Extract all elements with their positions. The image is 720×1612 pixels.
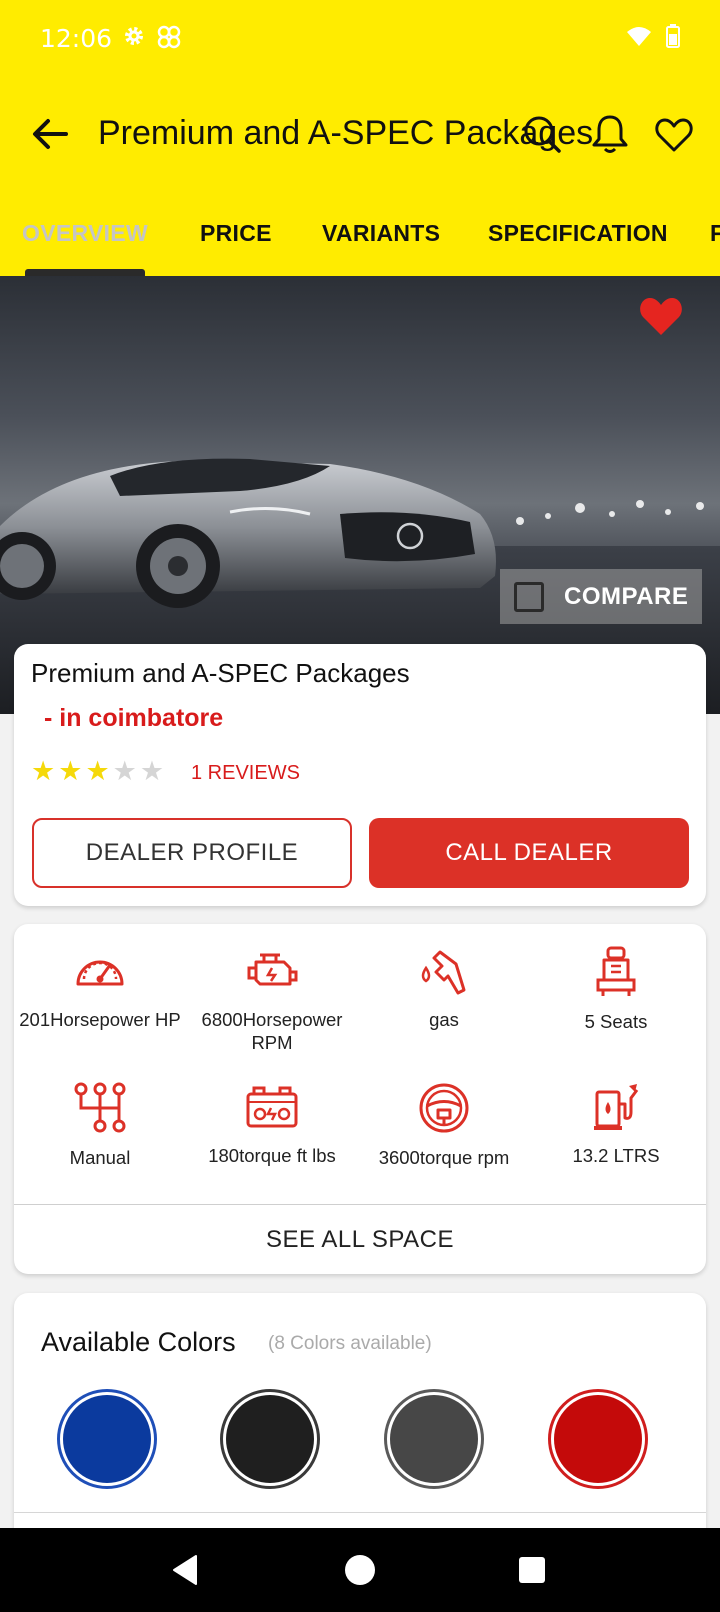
nav-recents-icon[interactable] (512, 1550, 552, 1590)
fuel-nozzle-icon (421, 950, 466, 995)
city-label: - in coimbatore (44, 704, 224, 732)
specs-card: 201Horsepower HP 6800Horsepower RPM gas … (14, 924, 706, 1274)
see-all-button[interactable]: SEE ALL SPACE (14, 1205, 706, 1274)
rating-stars: ★ ★ ★ ★ ★ (31, 758, 164, 785)
divider (14, 1512, 706, 1513)
star-empty-icon: ★ (112, 756, 137, 787)
page-title: Premium and A-SPEC Packages (98, 114, 594, 152)
star-filled-icon: ★ (58, 756, 83, 787)
dealer-profile-button[interactable]: DEALER PROFILE (32, 818, 352, 888)
tab-variants[interactable]: VARIANTS (322, 220, 440, 247)
spec-item: 180torque ft lbs (186, 1082, 358, 1167)
wifi-icon (627, 27, 651, 46)
speedometer-icon (76, 960, 124, 986)
spec-label: Manual (69, 1147, 131, 1168)
car-seat-icon (596, 946, 636, 996)
battery-icon (246, 1086, 298, 1128)
spec-item: 6800Horsepower RPM (186, 946, 358, 1054)
summary-card: Premium and A-SPEC Packages - in coimbat… (14, 644, 706, 906)
compare-checkbox[interactable] (514, 581, 544, 612)
spec-item: 3600torque rpm (358, 1082, 530, 1169)
spec-item: 201Horsepower HP (14, 946, 186, 1031)
pinwheel-icon (157, 25, 181, 49)
star-filled-icon: ★ (85, 756, 110, 787)
spec-item: 5 Seats (530, 946, 702, 1033)
colors-count: (8 Colors available) (268, 1333, 432, 1354)
bell-icon[interactable] (588, 112, 632, 156)
tab-indicator (25, 269, 145, 276)
status-system-icons (626, 24, 680, 48)
tab-features[interactable]: F (710, 220, 720, 247)
favorite-filled-icon[interactable] (638, 295, 684, 337)
color-swatch-black[interactable] (220, 1389, 320, 1489)
spec-label: gas (429, 1009, 459, 1030)
favorite-outline-icon[interactable] (652, 112, 696, 156)
compare-label: COMPARE (564, 582, 689, 610)
color-swatch-gray[interactable] (384, 1389, 484, 1489)
spec-label: 3600torque rpm (378, 1147, 510, 1168)
call-dealer-button[interactable]: CALL DEALER (369, 818, 689, 888)
spec-label: 201Horsepower HP (19, 1009, 181, 1030)
nav-back-icon[interactable] (166, 1550, 206, 1590)
search-icon[interactable] (520, 112, 564, 156)
spec-item: gas (358, 946, 530, 1031)
reviews-link[interactable]: 1 REVIEWS (191, 762, 300, 785)
steering-wheel-icon (419, 1083, 469, 1133)
spec-label: 5 Seats (584, 1011, 648, 1032)
tab-specification[interactable]: SPECIFICATION (488, 220, 668, 247)
spec-item: 13.2 LTRS (530, 1082, 702, 1167)
battery-status-icon (666, 24, 680, 48)
colors-card: Available Colors (8 Colors available) (14, 1293, 706, 1533)
app-bar: 12:06 Premium and A-SPEC Packages OVERVI… (0, 0, 720, 276)
star-filled-icon: ★ (31, 756, 56, 787)
status-notification-icons (122, 24, 182, 50)
spec-item: Manual (14, 1082, 186, 1169)
system-nav-bar (0, 1528, 720, 1612)
car-name: Premium and A-SPEC Packages (31, 658, 410, 688)
color-swatch-blue[interactable] (57, 1389, 157, 1489)
color-swatch-red[interactable] (548, 1389, 648, 1489)
fuel-station-icon (594, 1084, 639, 1130)
tab-bar: OVERVIEW PRICE VARIANTS SPECIFICATION F (0, 214, 720, 276)
tab-overview[interactable]: OVERVIEW (22, 220, 148, 247)
nav-home-icon[interactable] (340, 1550, 380, 1590)
gear-shift-icon (74, 1082, 126, 1133)
compare-toggle[interactable]: COMPARE (500, 569, 702, 624)
back-arrow-icon[interactable] (28, 112, 72, 156)
settings-icon (125, 27, 143, 45)
star-empty-icon: ★ (139, 756, 165, 787)
spec-label: 13.2 LTRS (572, 1145, 660, 1166)
tab-price[interactable]: PRICE (200, 220, 272, 247)
status-time: 12:06 (40, 24, 113, 53)
engine-icon (247, 953, 298, 986)
colors-title: Available Colors (41, 1327, 236, 1357)
spec-label: 180torque ft lbs (208, 1145, 336, 1166)
spec-label: 6800Horsepower RPM (201, 1009, 343, 1053)
